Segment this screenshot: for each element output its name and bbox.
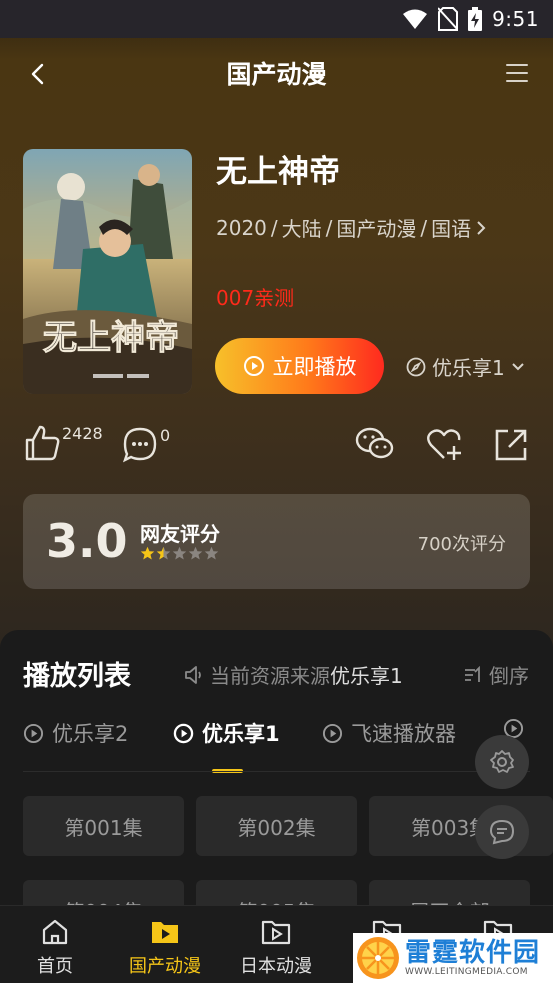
status-icons: 9:51	[402, 7, 539, 31]
current-source-info: 当前资源来源优乐享1	[184, 660, 414, 689]
play-now-label: 立即播放	[272, 355, 357, 379]
show-note: 007亲测	[216, 286, 295, 310]
meta-separator: /	[270, 215, 278, 240]
playlist-title: 播放列表	[23, 661, 131, 692]
settings-fab[interactable]	[475, 735, 529, 789]
playlist-panel: 播放列表 当前资源来源优乐享1 倒序 优乐享2 优乐享1 飞速播放器 第001集…	[0, 630, 553, 940]
play-now-button[interactable]: 立即播放	[215, 338, 384, 394]
favorite-add-icon[interactable]	[426, 428, 464, 462]
source-tabs: 优乐享2 优乐享1 飞速播放器	[23, 718, 553, 778]
wechat-share-icon[interactable]	[355, 426, 395, 462]
rating-label: 网友评分	[140, 522, 220, 546]
menu-icon[interactable]	[505, 62, 529, 84]
poster-image[interactable]: 无上神帝	[23, 149, 192, 394]
meta-year: 2020	[216, 215, 267, 240]
tab-source-youlexiang1[interactable]: 优乐享1	[173, 718, 280, 748]
show-title: 无上神帝	[216, 154, 340, 190]
nav-label: 首页	[37, 956, 73, 977]
nav-label: 日本动漫	[240, 956, 312, 977]
poster-art: 无上神帝	[23, 149, 192, 394]
sort-icon	[465, 665, 480, 682]
play-circle-icon	[322, 723, 343, 743]
like-count: 2428	[62, 424, 103, 443]
play-circle-icon	[173, 723, 194, 743]
meta-region: 大陆	[281, 217, 322, 241]
star-icon	[140, 546, 155, 560]
action-row: 2428 0	[24, 424, 534, 468]
gear-icon	[490, 750, 514, 773]
nav-item-japan[interactable]: 日本动漫	[221, 918, 331, 978]
top-bar: 国产动漫	[0, 38, 553, 108]
tab-label: 优乐享2	[52, 722, 129, 746]
rating-stars	[140, 546, 219, 561]
feedback-fab[interactable]	[475, 805, 529, 859]
message-icon	[489, 819, 515, 845]
episode-button[interactable]: 第001集	[23, 796, 184, 856]
star-half-icon	[156, 546, 171, 560]
meta-genre: 国产动漫	[336, 217, 417, 241]
current-source-name: 优乐享1	[330, 664, 403, 688]
show-meta[interactable]: 2020 / 大陆 / 国产动漫 / 国语	[216, 213, 487, 242]
meta-language: 国语	[431, 217, 472, 241]
meta-separator: /	[420, 215, 428, 240]
comment-button[interactable]: 0	[122, 426, 170, 464]
compass-icon	[406, 357, 426, 376]
no-sim-icon	[438, 7, 459, 31]
meta-separator: /	[325, 215, 333, 240]
battery-charging-icon	[468, 7, 483, 31]
poster-title-text: 无上神帝	[43, 318, 179, 358]
sort-label: 倒序	[489, 664, 529, 688]
play-folder-icon	[152, 922, 178, 943]
star-empty-icon	[204, 546, 219, 560]
source-dropdown[interactable]: 优乐享1	[406, 352, 525, 381]
star-empty-icon	[188, 546, 203, 560]
status-bar: 9:51	[0, 0, 553, 38]
chevron-right-icon	[477, 220, 486, 235]
tab-source-youlexiang2[interactable]: 优乐享2	[23, 718, 128, 748]
sort-button[interactable]: 倒序	[463, 660, 529, 689]
episode-button[interactable]: 第002集	[196, 796, 357, 856]
like-button[interactable]: 2428	[24, 424, 103, 462]
chevron-down-icon	[512, 362, 524, 370]
thumbs-up-icon	[25, 425, 60, 461]
rating-card: 3.0 网友评分 700次评分	[23, 494, 530, 589]
source-dropdown-value: 优乐享1	[432, 356, 505, 380]
share-external-icon[interactable]	[494, 428, 528, 462]
play-circle-icon	[23, 723, 44, 743]
tab-label: 优乐享1	[202, 722, 280, 746]
status-time: 9:51	[492, 7, 539, 31]
rating-count: 700次评分	[417, 534, 506, 555]
home-icon	[42, 919, 68, 945]
current-source-prefix: 当前资源来源	[210, 664, 330, 688]
play-circle-icon	[243, 356, 264, 376]
watermark-name: 雷霆软件园	[405, 938, 541, 968]
tab-source-feisu[interactable]: 飞速播放器	[322, 718, 456, 748]
comment-icon	[122, 427, 157, 463]
nav-item-home[interactable]: 首页	[0, 918, 110, 978]
tab-label: 飞速播放器	[351, 722, 456, 746]
speaker-icon	[185, 665, 201, 684]
watermark: 雷霆软件园 WWW.LEITINGMEDIA.COM	[353, 933, 553, 983]
wifi-icon	[403, 9, 428, 29]
rating-score: 3.0	[46, 514, 128, 568]
video-icon	[261, 920, 291, 945]
comment-count: 0	[160, 426, 171, 445]
orange-logo-icon	[353, 933, 403, 983]
nav-label: 国产动漫	[129, 956, 201, 977]
nav-item-guochan[interactable]: 国产动漫	[110, 918, 220, 978]
page-title: 国产动漫	[226, 60, 327, 89]
tabs-divider	[23, 771, 530, 772]
watermark-url: WWW.LEITINGMEDIA.COM	[405, 967, 528, 977]
star-empty-icon	[172, 546, 187, 560]
